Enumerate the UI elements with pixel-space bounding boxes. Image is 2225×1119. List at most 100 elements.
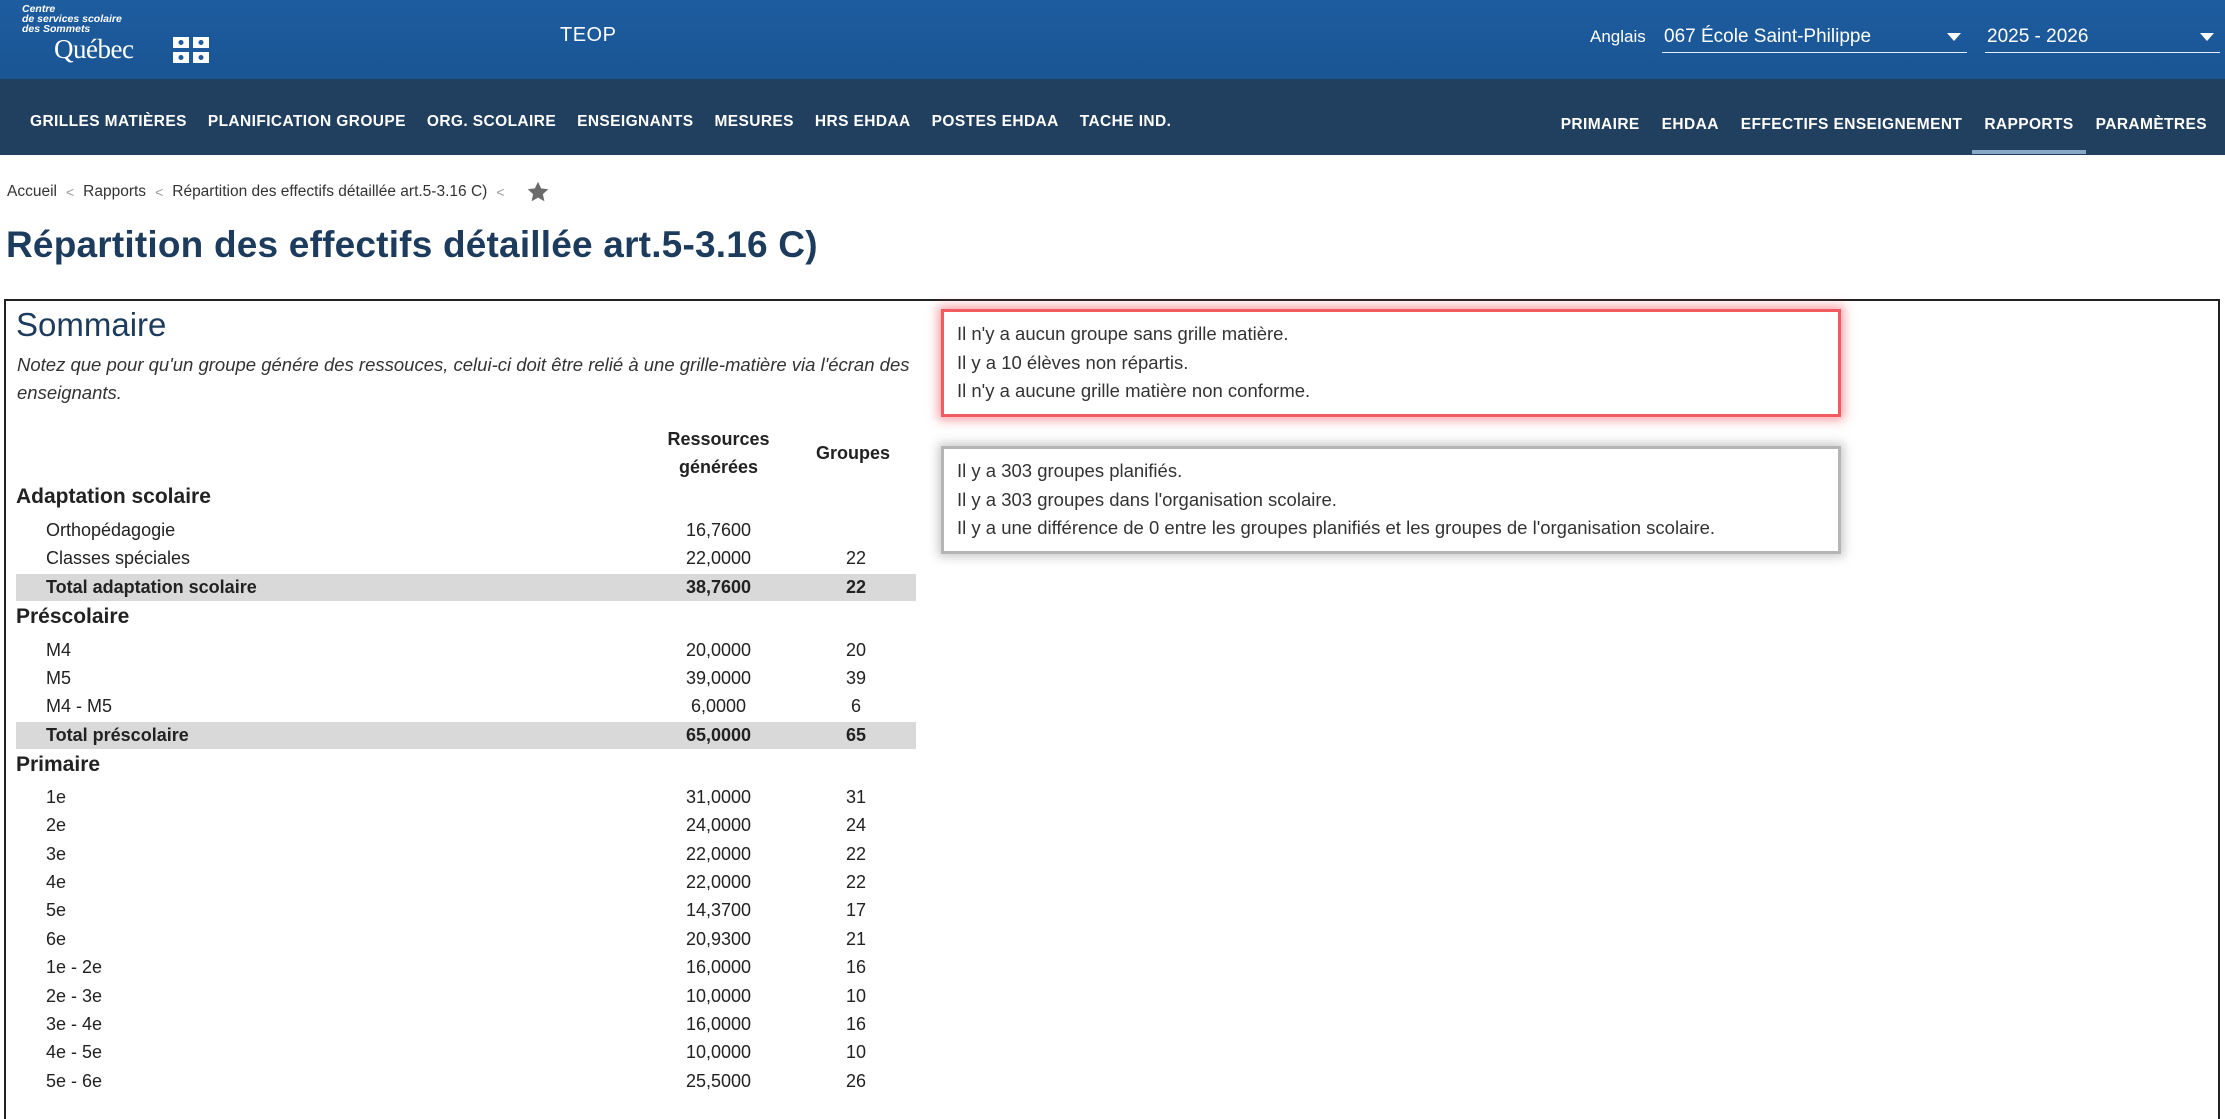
row-groups: 22 bbox=[845, 548, 867, 568]
table-row: M4 20,0000 20 bbox=[16, 637, 916, 664]
row-label: 2e - 3e bbox=[46, 986, 103, 1006]
row-resources: 20,0000 bbox=[685, 640, 752, 660]
table-row: Orthopédagogie 16,7600 bbox=[16, 517, 916, 544]
row-groups: 10 bbox=[845, 1042, 867, 1062]
table-row: 1e 31,0000 31 bbox=[16, 784, 916, 811]
row-label: M5 bbox=[46, 668, 72, 688]
main-nav: GRILLES MATIÈRES PLANIFICATION GROUPE OR… bbox=[0, 79, 2225, 155]
row-label: Total préscolaire bbox=[46, 725, 189, 745]
row-resources: 20,9300 bbox=[685, 929, 752, 949]
alert-line: Il n'y a aucun groupe sans grille matièr… bbox=[957, 323, 1289, 344]
table-row: 3e 22,0000 22 bbox=[16, 841, 916, 868]
row-groups: 10 bbox=[845, 986, 867, 1006]
favorite-star-icon[interactable] bbox=[526, 180, 550, 204]
fleurdelise-flag-icon bbox=[173, 37, 209, 63]
table-row: 3e - 4e 16,0000 16 bbox=[16, 1011, 916, 1038]
section-heading: Primaire bbox=[16, 753, 101, 776]
breadcrumb-rapports[interactable]: Rapports bbox=[83, 183, 146, 201]
logo-line-3: des Sommets bbox=[22, 23, 91, 35]
row-resources: 22,0000 bbox=[685, 844, 752, 864]
row-resources: 10,0000 bbox=[685, 986, 752, 1006]
breadcrumb-separator: < bbox=[155, 184, 164, 200]
nav-grilles-matieres[interactable]: GRILLES MATIÈRES bbox=[30, 113, 187, 131]
column-header-groups: Groupes bbox=[815, 443, 890, 463]
table-row: 4e - 5e 10,0000 10 bbox=[16, 1039, 916, 1066]
row-label: 3e - 4e bbox=[46, 1014, 103, 1034]
nav-hrs-ehdaa[interactable]: HRS EHDAA bbox=[815, 113, 911, 131]
table-row: 5e - 6e 25,5000 26 bbox=[16, 1068, 916, 1095]
nav-mesures[interactable]: MESURES bbox=[714, 113, 793, 131]
table-row: 1e - 2e 16,0000 16 bbox=[16, 954, 916, 981]
table-row: 6e 20,9300 21 bbox=[16, 926, 916, 953]
nav-parametres[interactable]: PARAMÈTRES bbox=[2096, 116, 2207, 134]
language-toggle[interactable]: Anglais bbox=[1590, 27, 1646, 47]
nav-tache-ind[interactable]: TACHE IND. bbox=[1080, 113, 1172, 131]
breadcrumb-current: Répartition des effectifs détaillée art.… bbox=[172, 183, 488, 200]
breadcrumb: Accueil < Rapports < Répartition des eff… bbox=[7, 180, 550, 204]
row-groups: 24 bbox=[845, 815, 867, 835]
table-row: Classes spéciales 22,0000 22 bbox=[16, 545, 916, 572]
row-label: M4 - M5 bbox=[46, 696, 113, 716]
row-resources: 22,0000 bbox=[685, 548, 752, 568]
row-groups: 20 bbox=[845, 640, 867, 660]
year-select[interactable]: 2025 - 2026 bbox=[1985, 20, 2220, 53]
row-resources: 39,0000 bbox=[685, 668, 752, 688]
nav-effectifs-enseignement[interactable]: EFFECTIFS ENSEIGNEMENT bbox=[1741, 116, 1963, 134]
row-label: Total adaptation scolaire bbox=[46, 577, 257, 597]
row-label: Orthopédagogie bbox=[46, 520, 176, 540]
nav-primaire[interactable]: PRIMAIRE bbox=[1561, 116, 1640, 134]
school-select[interactable]: 067 École Saint-Philippe bbox=[1662, 20, 1967, 53]
year-select-value: 2025 - 2026 bbox=[1987, 26, 2089, 47]
school-select-value: 067 École Saint-Philippe bbox=[1664, 26, 1872, 47]
total-row: Total préscolaire 65,0000 65 bbox=[16, 722, 916, 749]
logo-quebec: Québec bbox=[54, 34, 134, 64]
row-resources: 65,0000 bbox=[685, 725, 752, 745]
row-resources: 16,0000 bbox=[685, 1014, 752, 1034]
nav-right: PRIMAIRE EHDAA EFFECTIFS ENSEIGNEMENT RA… bbox=[1539, 116, 2207, 154]
row-label: 3e bbox=[46, 844, 67, 864]
alert-line: Il y a 303 groupes planifiés. bbox=[957, 460, 1183, 481]
breadcrumb-accueil[interactable]: Accueil bbox=[7, 183, 57, 201]
summary-title: Sommaire bbox=[16, 306, 167, 343]
column-header-resources: Ressources générées bbox=[667, 429, 770, 477]
row-label: 6e bbox=[46, 929, 67, 949]
warning-alert-box: Il n'y a aucun groupe sans grille matièr… bbox=[941, 309, 1841, 417]
nav-org-scolaire[interactable]: ORG. SCOLAIRE bbox=[427, 113, 556, 131]
caret-down-icon bbox=[2200, 33, 2214, 41]
row-groups: 6 bbox=[850, 696, 861, 716]
table-row: M4 - M5 6,0000 6 bbox=[16, 693, 916, 720]
row-groups: 22 bbox=[845, 872, 867, 892]
nav-postes-ehdaa[interactable]: POSTES EHDAA bbox=[932, 113, 1059, 131]
logo: Centre de services scolaire des Sommets … bbox=[22, 4, 209, 64]
row-resources: 24,0000 bbox=[685, 815, 752, 835]
row-groups: 16 bbox=[845, 1014, 867, 1034]
row-label: Classes spéciales bbox=[46, 548, 191, 568]
table-row: 5e 14,3700 17 bbox=[16, 897, 916, 924]
row-groups: 22 bbox=[845, 577, 867, 597]
row-resources: 10,0000 bbox=[685, 1042, 752, 1062]
row-groups: 22 bbox=[845, 844, 867, 864]
row-label: 5e bbox=[46, 900, 67, 920]
page-title: Répartition des effectifs détaillée art.… bbox=[6, 224, 818, 265]
section-heading: Préscolaire bbox=[16, 605, 130, 628]
row-label: 1e - 2e bbox=[46, 957, 103, 977]
nav-planification-groupe[interactable]: PLANIFICATION GROUPE bbox=[208, 113, 406, 131]
row-resources: 25,5000 bbox=[685, 1071, 752, 1091]
row-label: 5e - 6e bbox=[46, 1071, 103, 1091]
row-groups: 31 bbox=[845, 787, 867, 807]
row-resources: 16,0000 bbox=[685, 957, 752, 977]
row-groups: 16 bbox=[845, 957, 867, 977]
total-row: Total adaptation scolaire 38,7600 22 bbox=[16, 574, 916, 601]
row-resources: 6,0000 bbox=[690, 696, 747, 716]
nav-ehdaa[interactable]: EHDAA bbox=[1662, 116, 1719, 134]
row-resources: 22,0000 bbox=[685, 872, 752, 892]
row-resources: 31,0000 bbox=[685, 787, 752, 807]
nav-left: GRILLES MATIÈRES PLANIFICATION GROUPE OR… bbox=[30, 113, 1192, 131]
nav-enseignants[interactable]: ENSEIGNANTS bbox=[577, 113, 693, 131]
breadcrumb-separator: < bbox=[496, 184, 505, 200]
row-groups: 65 bbox=[845, 725, 867, 745]
row-groups: 17 bbox=[845, 900, 867, 920]
nav-rapports[interactable]: RAPPORTS bbox=[1972, 116, 2087, 154]
row-resources: 38,7600 bbox=[685, 577, 752, 597]
table-row: 2e 24,0000 24 bbox=[16, 812, 916, 839]
